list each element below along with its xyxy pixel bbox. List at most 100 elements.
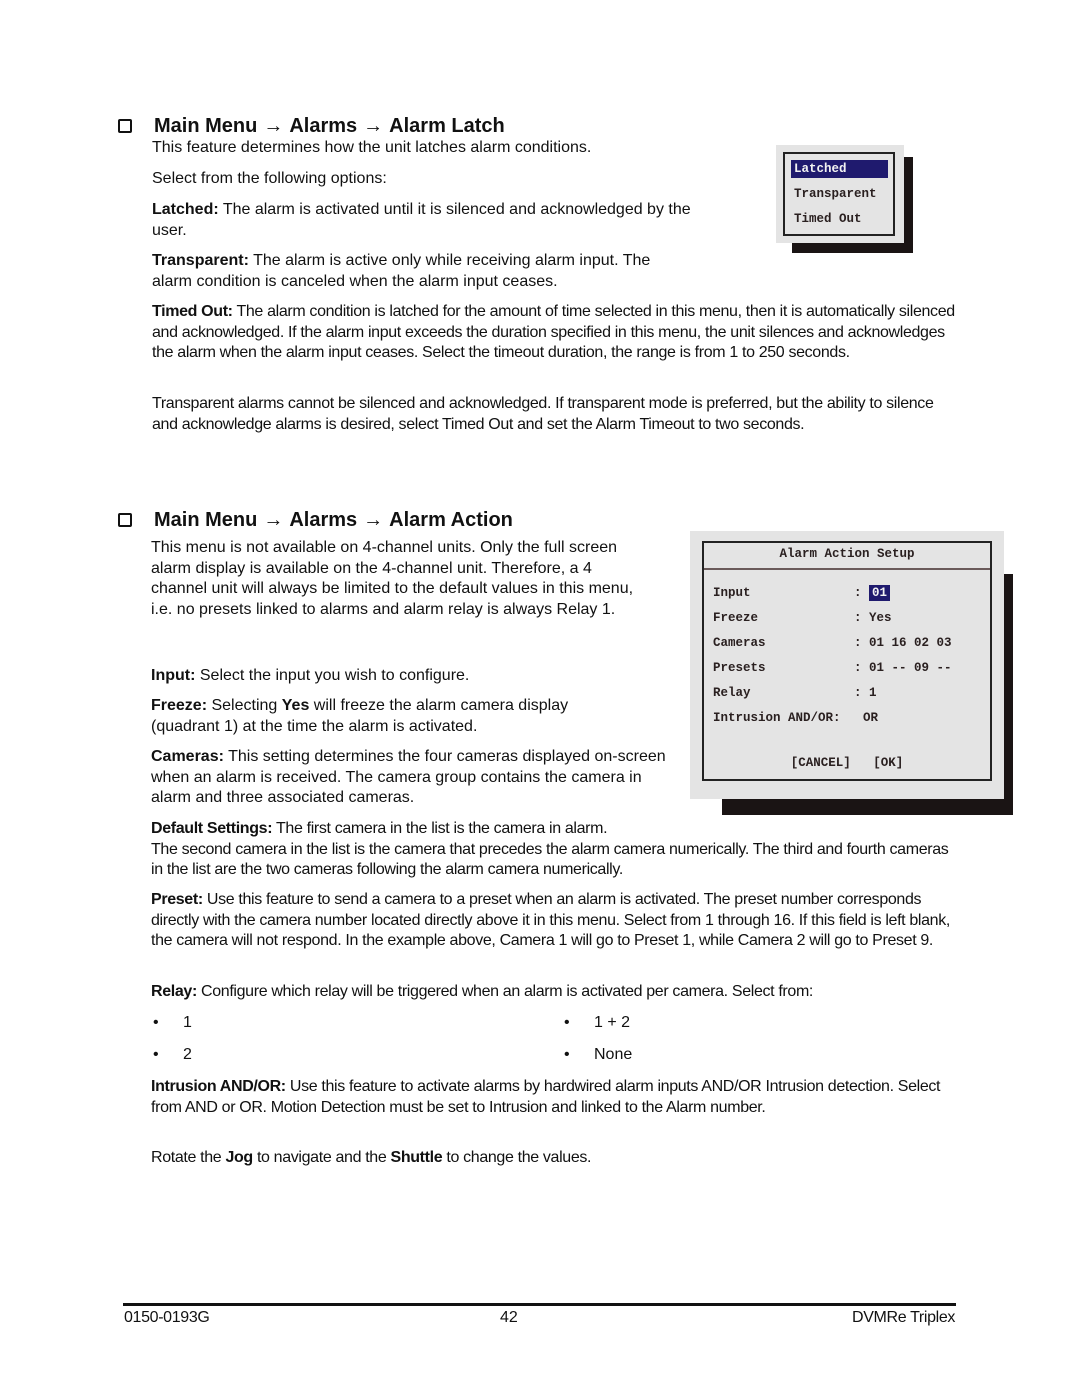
row-label: Freeze bbox=[713, 611, 759, 625]
menu-value-presets[interactable]: : 01 -- 09 -- bbox=[854, 661, 952, 675]
row-value: 01 -- 09 -- bbox=[869, 661, 952, 675]
term-bold: Yes bbox=[281, 697, 310, 714]
term-label: Intrusion AND/OR: bbox=[151, 1078, 286, 1095]
term-text: to change the values. bbox=[442, 1149, 592, 1166]
row-label: Input bbox=[713, 586, 751, 600]
menu-value-intrusion[interactable]: OR bbox=[863, 711, 878, 725]
heading-part: Main Menu bbox=[154, 115, 258, 137]
term-label: Preset: bbox=[151, 891, 203, 908]
term-text: Rotate the bbox=[151, 1149, 226, 1166]
cancel-button[interactable]: [CANCEL] bbox=[791, 756, 851, 770]
menu-buttons: [CANCEL] [OK] bbox=[704, 756, 990, 770]
checkbox-bullet-icon bbox=[118, 119, 132, 133]
action-input-desc: Input: Select the input you wish to conf… bbox=[151, 666, 671, 687]
row-label: Presets bbox=[713, 661, 766, 675]
row-value: 01 16 02 03 bbox=[869, 636, 952, 650]
menu-row-intrusion[interactable]: Intrusion AND/OR: bbox=[713, 711, 841, 725]
heading-part: Alarm Latch bbox=[389, 115, 505, 137]
term-text: The alarm condition is latched for the a… bbox=[152, 303, 955, 361]
bullet-icon: • bbox=[153, 1046, 159, 1063]
latch-menu-frame: Latched Transparent Timed Out bbox=[783, 152, 895, 236]
latch-option-latched[interactable]: Latched bbox=[791, 160, 888, 178]
heading-part: Alarms bbox=[289, 115, 358, 137]
action-intrusion-desc: Intrusion AND/OR: Use this feature to ac… bbox=[151, 1077, 951, 1118]
menu-row-cameras[interactable]: Cameras bbox=[713, 636, 766, 650]
action-relay-desc: Relay: Configure which relay will be tri… bbox=[151, 982, 966, 1003]
term-text: Use this feature to send a camera to a p… bbox=[151, 891, 950, 949]
latch-transparent-desc: Transparent: The alarm is active only wh… bbox=[152, 251, 692, 292]
term-label: Input: bbox=[151, 667, 196, 684]
term-bold: Jog bbox=[225, 1149, 253, 1166]
ok-button[interactable]: [OK] bbox=[873, 756, 903, 770]
term-text: to navigate and the bbox=[252, 1149, 391, 1166]
term-text: The first camera in the list is the came… bbox=[272, 820, 608, 837]
menu-value-relay[interactable]: : 1 bbox=[854, 686, 877, 700]
heading-part: Main Menu bbox=[154, 509, 258, 531]
term-label: Transparent: bbox=[152, 252, 249, 269]
term-label: Latched: bbox=[152, 201, 219, 218]
term-label: Default Settings: bbox=[151, 820, 273, 837]
menu-row-presets[interactable]: Presets bbox=[713, 661, 766, 675]
term-label: Freeze: bbox=[151, 697, 208, 714]
relay-option-label: None bbox=[594, 1046, 633, 1063]
latch-note: Transparent alarms cannot be silenced an… bbox=[152, 395, 934, 433]
menu-row-input[interactable]: Input bbox=[713, 586, 751, 600]
heading-part: Alarms bbox=[289, 509, 358, 531]
footer-page-number: 42 bbox=[500, 1309, 518, 1326]
action-menu-title: Alarm Action Setup bbox=[779, 547, 915, 561]
latch-option-transparent[interactable]: Transparent bbox=[791, 185, 888, 203]
term-text: Selecting bbox=[207, 697, 282, 714]
relay-option-label: 1 + 2 bbox=[594, 1014, 631, 1031]
row-sep: : bbox=[833, 711, 841, 725]
divider bbox=[704, 568, 990, 570]
arrow-icon: → bbox=[363, 115, 384, 137]
row-sep: : bbox=[854, 586, 862, 600]
menu-value-input[interactable]: : 01 bbox=[854, 585, 891, 601]
row-sep: : bbox=[854, 686, 862, 700]
menu-value-freeze[interactable]: : Yes bbox=[854, 611, 892, 625]
term-label: Timed Out: bbox=[152, 303, 233, 320]
footer-divider bbox=[123, 1303, 956, 1306]
action-menu-frame: Alarm Action Setup Input : 01 Freeze : Y… bbox=[702, 541, 992, 781]
arrow-icon: → bbox=[363, 509, 384, 531]
term-label: Relay: bbox=[151, 983, 197, 1000]
bullet-icon: • bbox=[564, 1014, 570, 1031]
row-label: Relay bbox=[713, 686, 751, 700]
section-heading-alarm-action: Main Menu → Alarms → Alarm Action bbox=[118, 509, 513, 532]
term-bold: Shuttle bbox=[390, 1149, 443, 1166]
relay-option-label: 2 bbox=[183, 1046, 192, 1063]
heading-part: Alarm Action bbox=[389, 509, 513, 531]
term-text: The second camera in the list is the cam… bbox=[151, 840, 949, 879]
term-text: Select the input you wish to configure. bbox=[195, 667, 470, 684]
row-label: Cameras bbox=[713, 636, 766, 650]
row-value: OR bbox=[863, 711, 879, 725]
latch-latched-desc: Latched: The alarm is activated until it… bbox=[152, 200, 712, 241]
latch-intro: This feature determines how the unit lat… bbox=[152, 139, 592, 156]
relay-option: • 2 bbox=[153, 1046, 192, 1064]
action-cameras-desc: Cameras: This setting determines the fou… bbox=[151, 747, 681, 809]
action-intro: This menu is not available on 4-channel … bbox=[151, 539, 634, 618]
row-sep: : bbox=[854, 661, 862, 675]
row-value: 1 bbox=[869, 686, 877, 700]
relay-option-label: 1 bbox=[183, 1014, 192, 1031]
relay-option: • None bbox=[564, 1046, 632, 1064]
checkbox-bullet-icon bbox=[118, 513, 132, 527]
relay-option: • 1 + 2 bbox=[564, 1014, 630, 1032]
row-value: Yes bbox=[869, 611, 892, 625]
term-text: Configure which relay will be triggered … bbox=[196, 983, 814, 1000]
menu-value-cameras[interactable]: : 01 16 02 03 bbox=[854, 636, 952, 650]
latch-option-timed-out[interactable]: Timed Out bbox=[791, 210, 888, 228]
latch-select-prompt: Select from the following options: bbox=[152, 170, 387, 187]
row-sep: : bbox=[854, 611, 862, 625]
bullet-icon: • bbox=[564, 1046, 570, 1063]
footer-doc-number: 0150-0193G bbox=[124, 1309, 210, 1326]
row-sep: : bbox=[854, 636, 862, 650]
bullet-icon: • bbox=[153, 1014, 159, 1031]
menu-row-freeze[interactable]: Freeze bbox=[713, 611, 758, 625]
section-heading-alarm-latch: Main Menu → Alarms → Alarm Latch bbox=[118, 115, 505, 138]
action-rotate-instructions: Rotate the Jog to navigate and the Shutt… bbox=[151, 1148, 951, 1169]
menu-row-relay[interactable]: Relay bbox=[713, 686, 751, 700]
input-value-selected[interactable]: 01 bbox=[869, 585, 891, 601]
relay-option: • 1 bbox=[153, 1014, 192, 1032]
footer-product: DVMRe Triplex bbox=[852, 1309, 956, 1326]
